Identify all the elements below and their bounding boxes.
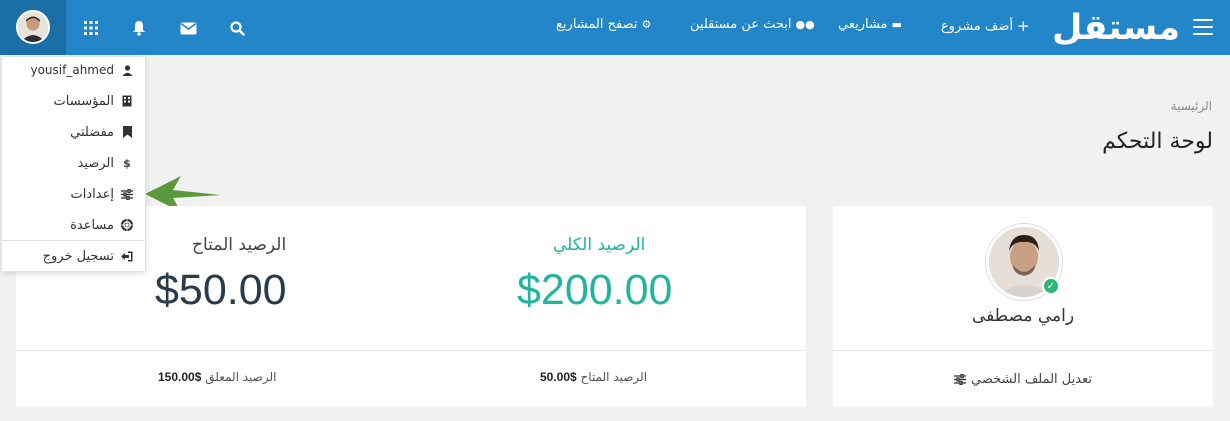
page-title: لوحة التحكم bbox=[1102, 129, 1213, 154]
cubes-icon: ⚙ bbox=[641, 18, 652, 31]
menu-item-logout[interactable]: تسجيل خروج bbox=[43, 246, 133, 266]
site-logo[interactable]: مستقل bbox=[1052, 6, 1180, 50]
avatar[interactable] bbox=[16, 10, 50, 44]
sliders-icon bbox=[121, 188, 133, 200]
dollar-icon: $ bbox=[123, 156, 131, 170]
breadcrumb[interactable]: الرئيسية bbox=[1171, 99, 1212, 113]
bell-icon[interactable] bbox=[129, 18, 149, 38]
total-balance-label: الرصيد الكلي bbox=[553, 235, 646, 255]
bookmark-icon bbox=[121, 126, 133, 138]
available-balance-value: $50.00 bbox=[155, 266, 287, 314]
total-balance-value: $200.00 bbox=[517, 266, 673, 314]
profile-name: رامي مصطفى bbox=[971, 306, 1075, 326]
menu-divider bbox=[2, 240, 145, 241]
menu-item-favorites[interactable]: مفضلتي bbox=[70, 122, 133, 142]
menu-item-balance[interactable]: $ الرصيد bbox=[77, 153, 133, 173]
nav-add-project[interactable]: + أضف مشروع bbox=[941, 17, 1030, 35]
profile-card: ✓ رامي مصطفى تعديل الملف الشخصي bbox=[833, 206, 1213, 407]
footer-available-balance: الرصيد المتاح $50.00 bbox=[540, 370, 648, 384]
menu-item-help[interactable]: مساعدة bbox=[70, 215, 133, 235]
envelope-icon[interactable] bbox=[178, 18, 198, 38]
hamburger-icon[interactable] bbox=[1193, 19, 1213, 35]
plus-icon: + bbox=[1017, 17, 1030, 35]
nav-browse-projects[interactable]: ⚙ تصفح المشاريع bbox=[556, 17, 651, 32]
search-icon[interactable] bbox=[227, 18, 247, 38]
verified-badge-icon: ✓ bbox=[1042, 277, 1060, 295]
user-dropdown-menu: yousif_ahmed المؤسسات مفضلتي $ الرصيد إع… bbox=[1, 56, 146, 272]
menu-item-settings[interactable]: إعدادات bbox=[71, 184, 133, 204]
edit-profile-link[interactable]: تعديل الملف الشخصي bbox=[833, 372, 1213, 387]
grid-icon[interactable] bbox=[81, 18, 101, 38]
footer-pending-balance: الرصيد المعلق $150.00 bbox=[158, 370, 277, 384]
nav-find-freelancers[interactable]: ●● ابحث عن مستقلين bbox=[690, 17, 815, 32]
nav-my-projects[interactable]: ▬ مشاريعي bbox=[838, 17, 902, 32]
building-icon bbox=[121, 95, 133, 107]
signout-icon bbox=[121, 250, 133, 262]
lifebuoy-icon bbox=[121, 219, 133, 231]
top-navbar: ⚙ تصفح المشاريع ●● ابحث عن مستقلين ▬ مشا… bbox=[0, 0, 1230, 55]
users-icon: ●● bbox=[795, 18, 815, 31]
user-menu-toggle[interactable] bbox=[0, 0, 66, 55]
available-balance-label: الرصيد المتاح bbox=[192, 235, 287, 255]
menu-item-organizations[interactable]: المؤسسات bbox=[54, 91, 134, 111]
card-divider bbox=[16, 350, 806, 351]
folder-icon: ▬ bbox=[891, 18, 902, 31]
sliders-icon bbox=[954, 374, 967, 385]
user-icon bbox=[121, 64, 133, 76]
menu-item-username[interactable]: yousif_ahmed bbox=[30, 60, 133, 80]
card-divider bbox=[833, 350, 1213, 351]
